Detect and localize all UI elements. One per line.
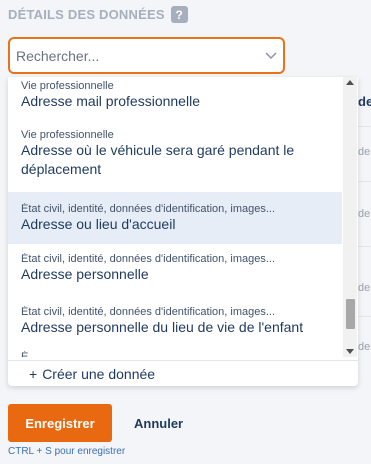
background-table-header: de bbox=[358, 94, 371, 109]
save-button[interactable]: Enregistrer bbox=[8, 404, 112, 442]
list-item[interactable]: É bbox=[8, 351, 342, 357]
option-category: É bbox=[21, 351, 29, 357]
help-icon[interactable]: ? bbox=[170, 6, 188, 23]
create-data-label: Créer une donnée bbox=[42, 365, 156, 382]
background-table-cell: de bbox=[358, 208, 371, 220]
list-item-highlighted[interactable]: État civil, identité, données d'identifi… bbox=[8, 192, 342, 244]
search-combobox[interactable] bbox=[8, 37, 285, 74]
create-data-option[interactable]: + Créer une donnée bbox=[8, 360, 358, 386]
section-title-text: DÉTAILS DES DONNÉES bbox=[8, 7, 165, 22]
scroll-up-arrow-icon[interactable] bbox=[346, 80, 354, 85]
dropdown-scrollbar[interactable] bbox=[343, 77, 357, 357]
option-category: Vie professionnelle bbox=[21, 129, 114, 141]
option-list: Vie professionnelle Adresse mail profess… bbox=[8, 77, 342, 357]
search-dropdown: Vie professionnelle Adresse mail profess… bbox=[8, 77, 358, 386]
list-item[interactable]: Vie professionnelle Adresse où le véhicu… bbox=[8, 121, 342, 189]
background-table-column: de de de de de bbox=[358, 76, 371, 386]
option-label: Adresse personnelle du lieu de vie de l'… bbox=[21, 319, 304, 335]
option-label-continued: déplacement bbox=[21, 161, 102, 177]
background-table-cell: de bbox=[358, 146, 371, 158]
background-table-cell: de bbox=[358, 282, 371, 294]
option-label: Adresse personnelle bbox=[21, 266, 149, 282]
option-label: Adresse où le véhicule sera garé pendant… bbox=[21, 142, 295, 158]
scroll-down-arrow-icon[interactable] bbox=[346, 349, 354, 354]
list-item[interactable]: État civil, identité, données d'identifi… bbox=[8, 296, 342, 348]
option-label: Adresse mail professionnelle bbox=[21, 93, 200, 109]
background-table-cell: de bbox=[358, 341, 371, 353]
search-input[interactable] bbox=[10, 39, 259, 72]
option-category: État civil, identité, données d'identifi… bbox=[21, 306, 276, 318]
save-shortcut-hint: CTRL + S pour enregistrer bbox=[8, 446, 126, 457]
list-item[interactable]: Vie professionnelle Adresse mail profess… bbox=[8, 77, 342, 114]
option-category: Vie professionnelle bbox=[21, 80, 114, 92]
plus-icon: + bbox=[29, 365, 38, 382]
scrollbar-thumb[interactable] bbox=[346, 299, 355, 329]
option-label: Adresse ou lieu d'accueil bbox=[21, 216, 176, 232]
cancel-button[interactable]: Annuler bbox=[122, 404, 195, 442]
list-item[interactable]: État civil, identité, données d'identifi… bbox=[8, 244, 342, 296]
section-title: DÉTAILS DES DONNÉES ? bbox=[8, 6, 188, 23]
chevron-down-icon[interactable] bbox=[259, 51, 283, 60]
option-category: État civil, identité, données d'identifi… bbox=[21, 253, 276, 265]
option-category: État civil, identité, données d'identifi… bbox=[21, 203, 276, 215]
